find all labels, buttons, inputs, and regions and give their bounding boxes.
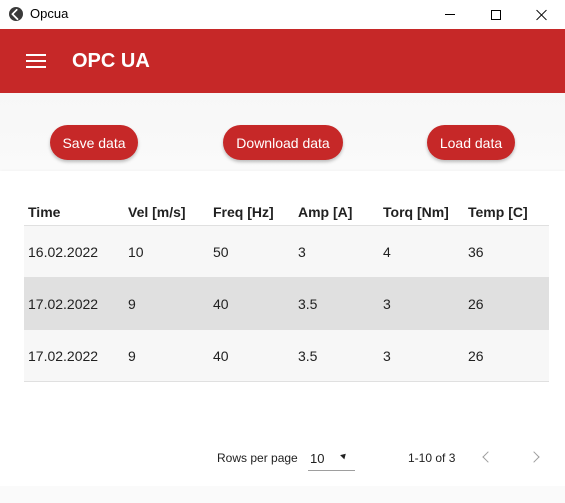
data-table-card: Time Vel [m/s] Freq [Hz] Amp [A] Torq [N… [0, 171, 565, 486]
action-bar: Save data Download data Load data [0, 93, 565, 171]
rows-per-page-label: Rows per page [217, 451, 298, 465]
cell-velocity: 9 [128, 347, 136, 364]
cell-torque: 3 [383, 347, 391, 364]
window-title: Opcua [30, 6, 69, 21]
column-header-velocity[interactable]: Vel [m/s] [128, 195, 186, 225]
bottom-background [0, 486, 565, 503]
close-button[interactable] [519, 0, 565, 29]
data-table: Time Vel [m/s] Freq [Hz] Amp [A] Torq [N… [24, 195, 549, 382]
pagination-bar: Rows per page 10 1-10 of 3 [0, 441, 565, 473]
column-header-frequency[interactable]: Freq [Hz] [213, 195, 274, 225]
close-icon [536, 9, 548, 21]
table-row[interactable]: 16.02.2022 10 50 3 4 36 [24, 226, 549, 278]
column-header-torque[interactable]: Torq [Nm] [383, 195, 449, 225]
cell-temperature: 26 [468, 347, 484, 364]
cell-velocity: 10 [128, 243, 144, 260]
dropdown-caret-icon [340, 451, 348, 460]
load-data-button[interactable]: Load data [427, 125, 515, 160]
rows-per-page-value: 10 [310, 451, 325, 466]
save-data-button[interactable]: Save data [50, 125, 138, 160]
cell-amplitude: 3 [298, 243, 306, 260]
table-row[interactable]: 17.02.2022 9 40 3.5 3 26 [24, 330, 549, 382]
pagination-range: 1-10 of 3 [408, 451, 456, 465]
app-logo-icon [9, 7, 23, 21]
cell-frequency: 40 [213, 347, 229, 364]
cell-time: 17.02.2022 [28, 295, 99, 312]
rows-per-page-select[interactable]: 10 [308, 445, 355, 471]
minimize-icon [445, 14, 455, 15]
cell-amplitude: 3.5 [298, 295, 318, 312]
next-page-button[interactable] [524, 445, 548, 469]
column-header-amplitude[interactable]: Amp [A] [298, 195, 352, 225]
download-data-button[interactable]: Download data [223, 125, 343, 160]
page-title: OPC UA [72, 50, 150, 72]
cell-time: 16.02.2022 [28, 243, 99, 260]
column-header-temperature[interactable]: Temp [C] [468, 195, 528, 225]
maximize-icon [491, 9, 501, 20]
cell-temperature: 26 [468, 295, 484, 312]
cell-temperature: 36 [468, 243, 484, 260]
maximize-button[interactable] [473, 0, 519, 29]
cell-torque: 3 [383, 295, 391, 312]
menu-icon[interactable] [26, 54, 46, 68]
cell-velocity: 9 [128, 295, 136, 312]
cell-amplitude: 3.5 [298, 347, 318, 364]
minimize-button[interactable] [427, 0, 473, 29]
table-header-row: Time Vel [m/s] Freq [Hz] Amp [A] Torq [N… [24, 195, 549, 226]
app-bar: OPC UA [0, 29, 565, 93]
cell-frequency: 40 [213, 295, 229, 312]
cell-frequency: 50 [213, 243, 229, 260]
cell-torque: 4 [383, 243, 391, 260]
cell-time: 17.02.2022 [28, 347, 99, 364]
table-row[interactable]: 17.02.2022 9 40 3.5 3 26 [24, 278, 549, 330]
previous-page-button[interactable] [474, 445, 498, 469]
window-titlebar: Opcua [0, 0, 565, 29]
column-header-time[interactable]: Time [28, 195, 60, 225]
